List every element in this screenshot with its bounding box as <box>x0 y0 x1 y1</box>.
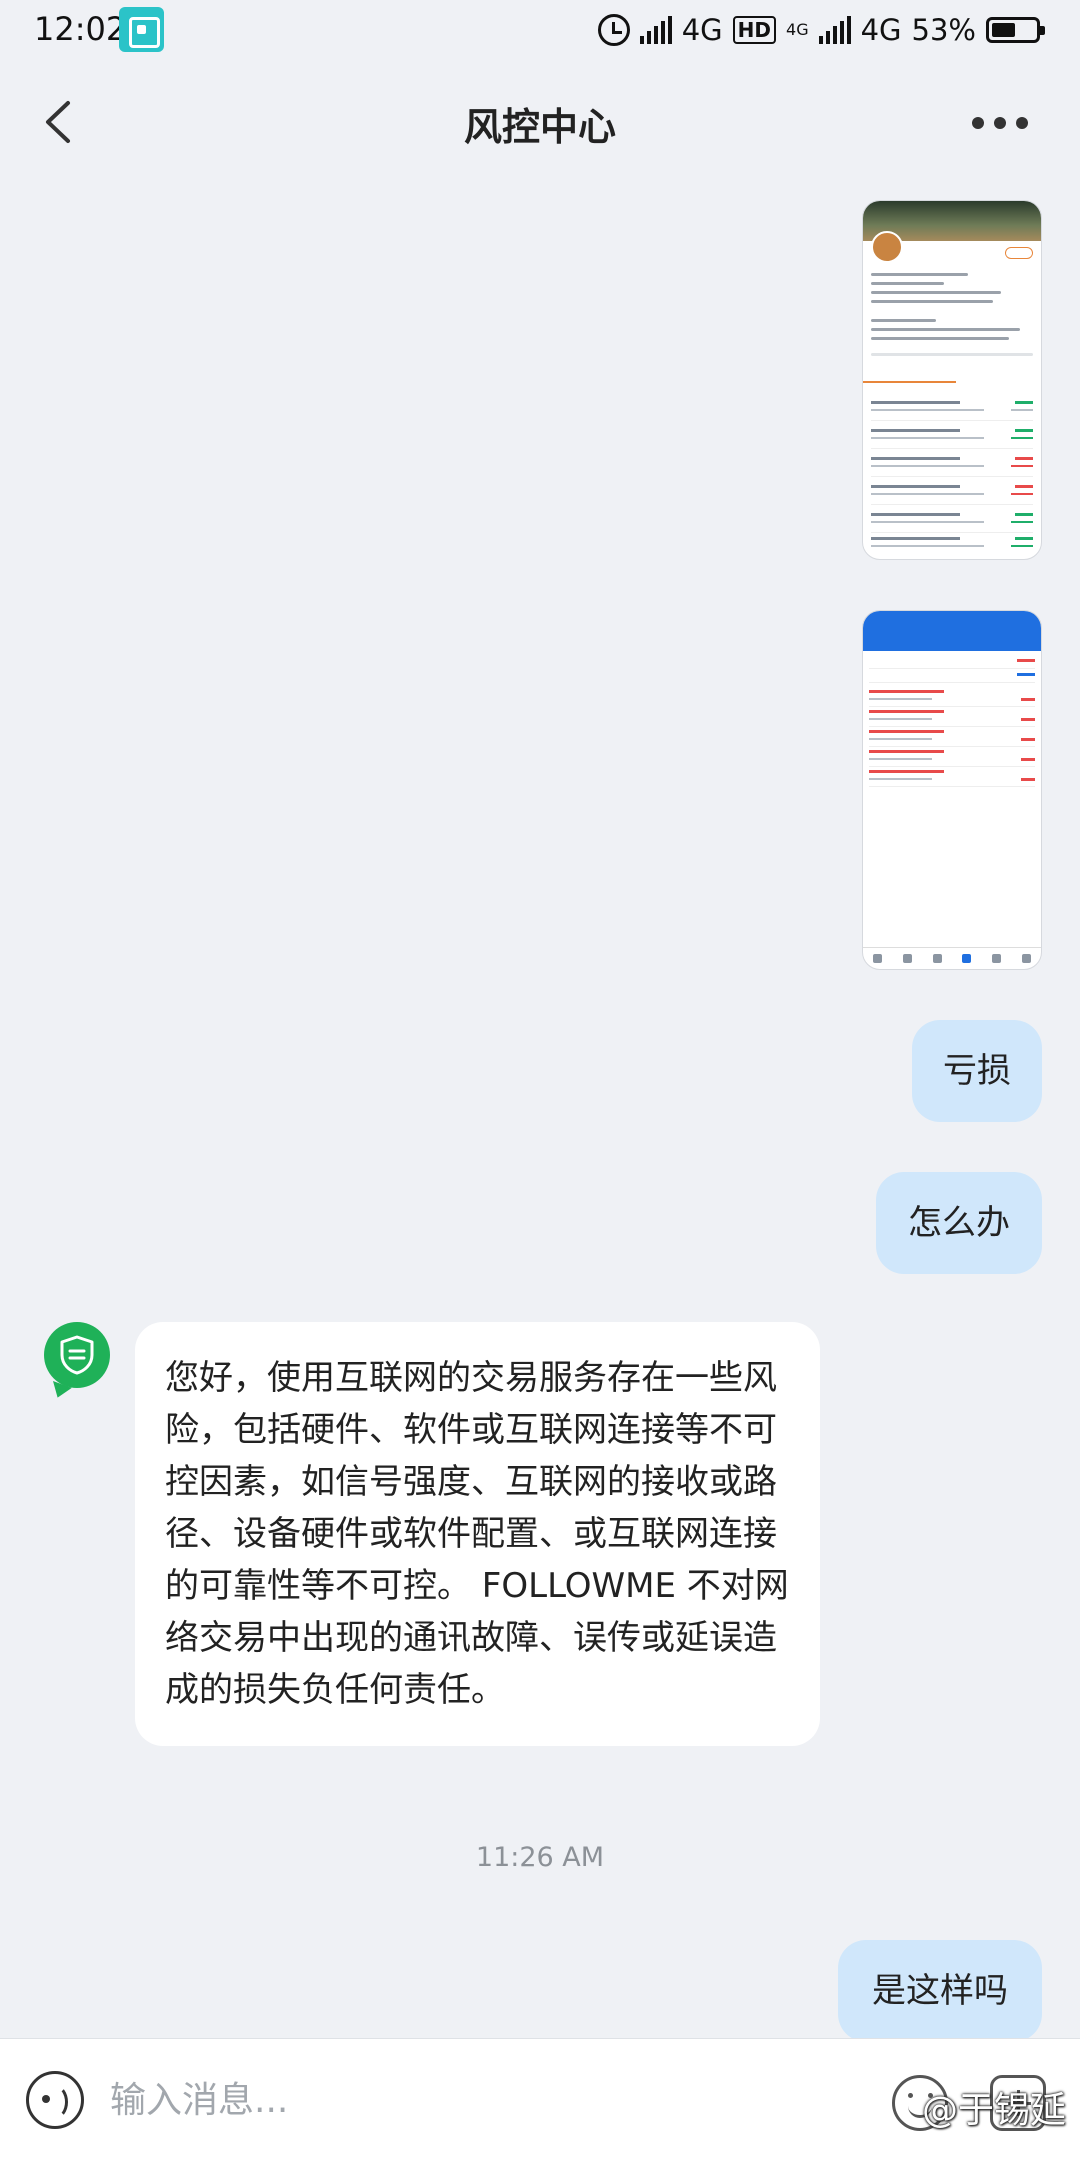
network-type-small: 4G <box>786 20 809 39</box>
shield-icon <box>60 1335 94 1375</box>
network-type-1: 4G <box>681 13 723 47</box>
signal-icon-2 <box>818 16 851 44</box>
image-message-2[interactable] <box>862 610 1042 970</box>
more-options-icon[interactable] <box>972 117 1028 129</box>
signal-icon <box>639 16 672 44</box>
outgoing-message[interactable]: 是这样吗 <box>838 1940 1042 2042</box>
watermark: @于锡延 <box>921 2090 1066 2131</box>
bot-avatar[interactable] <box>44 1322 110 1388</box>
message-input-bar: @于锡延 <box>0 2038 1080 2160</box>
image-message-1[interactable] <box>862 200 1042 560</box>
status-bar: 12:02 4G HD 4G 4G 53% <box>0 0 1080 60</box>
page-title: 风控中心 <box>463 105 616 149</box>
message-input[interactable] <box>110 2069 750 2131</box>
outgoing-message[interactable]: 亏损 <box>912 1020 1042 1122</box>
status-icons: 4G HD 4G 4G 53% <box>597 8 1045 52</box>
network-type-2: 4G <box>860 13 902 47</box>
status-time: 12:02 <box>34 10 127 48</box>
voice-input-icon[interactable] <box>26 2071 84 2129</box>
outgoing-message[interactable]: 怎么办 <box>876 1172 1042 1274</box>
screenshot-icon <box>119 7 164 52</box>
incoming-message[interactable]: 您好，使用互联网的交易服务存在一些风险，包括硬件、软件或互联网连接等不可控因素，… <box>135 1322 820 1746</box>
alarm-icon <box>597 14 630 46</box>
battery-percent: 53% <box>911 13 976 47</box>
battery-icon <box>986 17 1045 43</box>
hd-badge: HD <box>732 16 777 44</box>
message-timestamp: 11:26 AM <box>475 1842 605 1873</box>
chat-header: 风控中心 <box>0 72 1080 172</box>
